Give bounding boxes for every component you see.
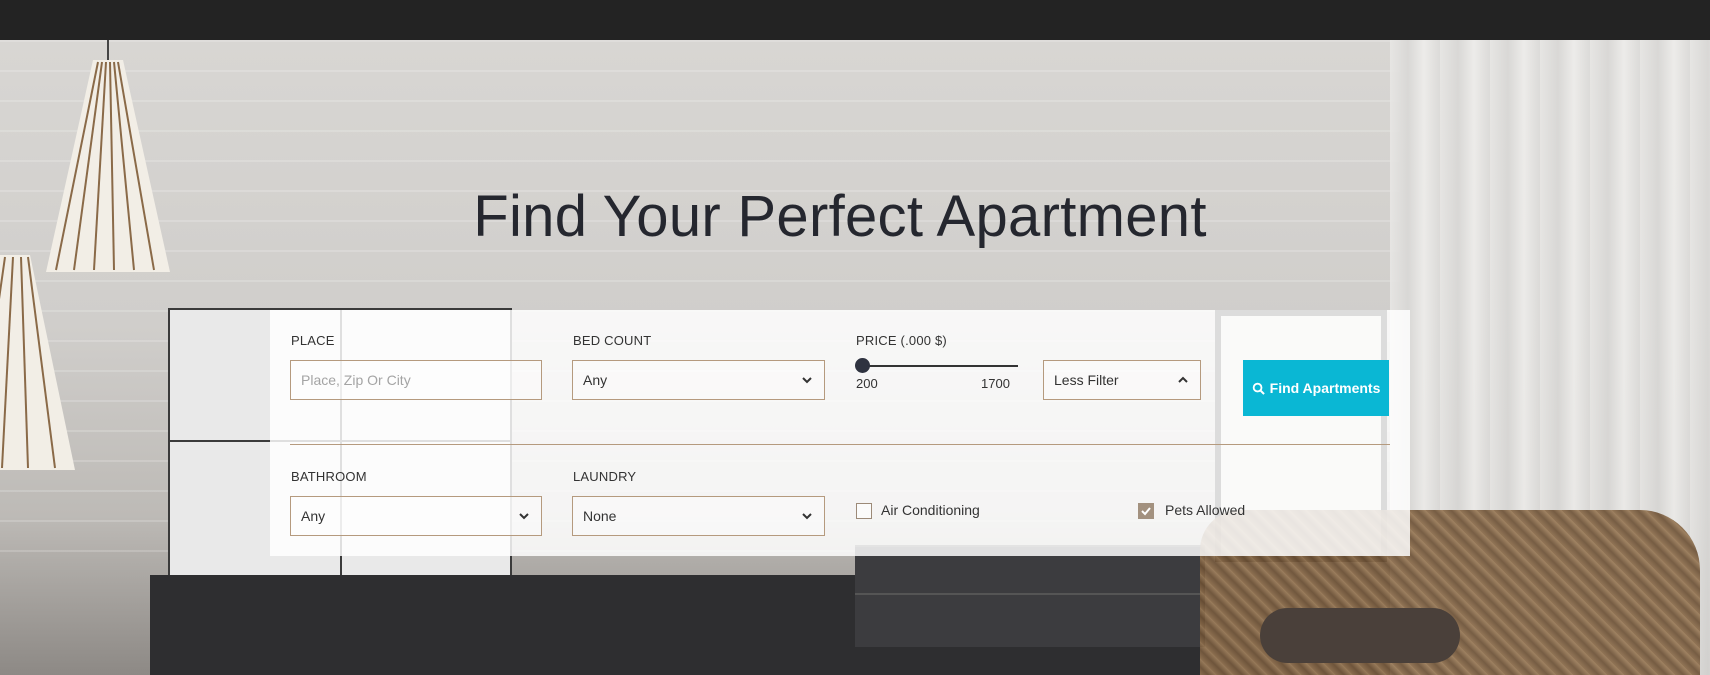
find-apartments-button[interactable]: Find Apartments xyxy=(1243,360,1389,416)
place-input[interactable] xyxy=(290,360,542,400)
search-icon xyxy=(1252,382,1265,395)
pendant-lamp-image xyxy=(0,255,75,470)
chevron-up-icon xyxy=(1178,376,1188,383)
price-min-value: 200 xyxy=(856,376,878,391)
chevron-down-icon xyxy=(802,513,812,520)
find-apartments-label: Find Apartments xyxy=(1269,380,1381,396)
air-conditioning-label[interactable]: Air Conditioning xyxy=(881,502,980,518)
air-conditioning-checkbox[interactable] xyxy=(856,503,872,519)
panel-divider xyxy=(290,444,1390,445)
bathroom-label: BATHROOM xyxy=(291,469,367,484)
pillow-image xyxy=(1260,608,1460,663)
apartment-search-panel: PLACE BED COUNT Any PRICE (.000 $) 200 1… xyxy=(270,310,1410,556)
chevron-down-icon xyxy=(519,513,529,520)
laundry-select[interactable]: None xyxy=(572,496,825,536)
pets-allowed-checkbox[interactable] xyxy=(1138,503,1154,519)
price-slider-track[interactable] xyxy=(858,365,1018,367)
bed-count-label: BED COUNT xyxy=(573,333,652,348)
pets-allowed-label[interactable]: Pets Allowed xyxy=(1165,502,1245,518)
laundry-label: LAUNDRY xyxy=(573,469,637,484)
bathroom-select[interactable]: Any xyxy=(290,496,542,536)
chevron-down-icon xyxy=(802,377,812,384)
page-title: Find Your Perfect Apartment xyxy=(473,184,1207,249)
top-navigation-bar xyxy=(0,0,1710,40)
less-filter-toggle[interactable]: Less Filter xyxy=(1043,360,1201,400)
price-slider-handle[interactable] xyxy=(855,358,870,373)
check-icon xyxy=(1141,507,1151,516)
bed-count-value: Any xyxy=(583,372,608,388)
price-max-value: 1700 xyxy=(981,376,1010,391)
bathroom-value: Any xyxy=(301,508,326,524)
price-label: PRICE (.000 $) xyxy=(856,333,947,348)
less-filter-label: Less Filter xyxy=(1054,372,1119,388)
laundry-value: None xyxy=(583,508,617,524)
place-label: PLACE xyxy=(291,333,335,348)
bed-count-select[interactable]: Any xyxy=(572,360,825,400)
drawer-unit-image xyxy=(855,545,1205,647)
